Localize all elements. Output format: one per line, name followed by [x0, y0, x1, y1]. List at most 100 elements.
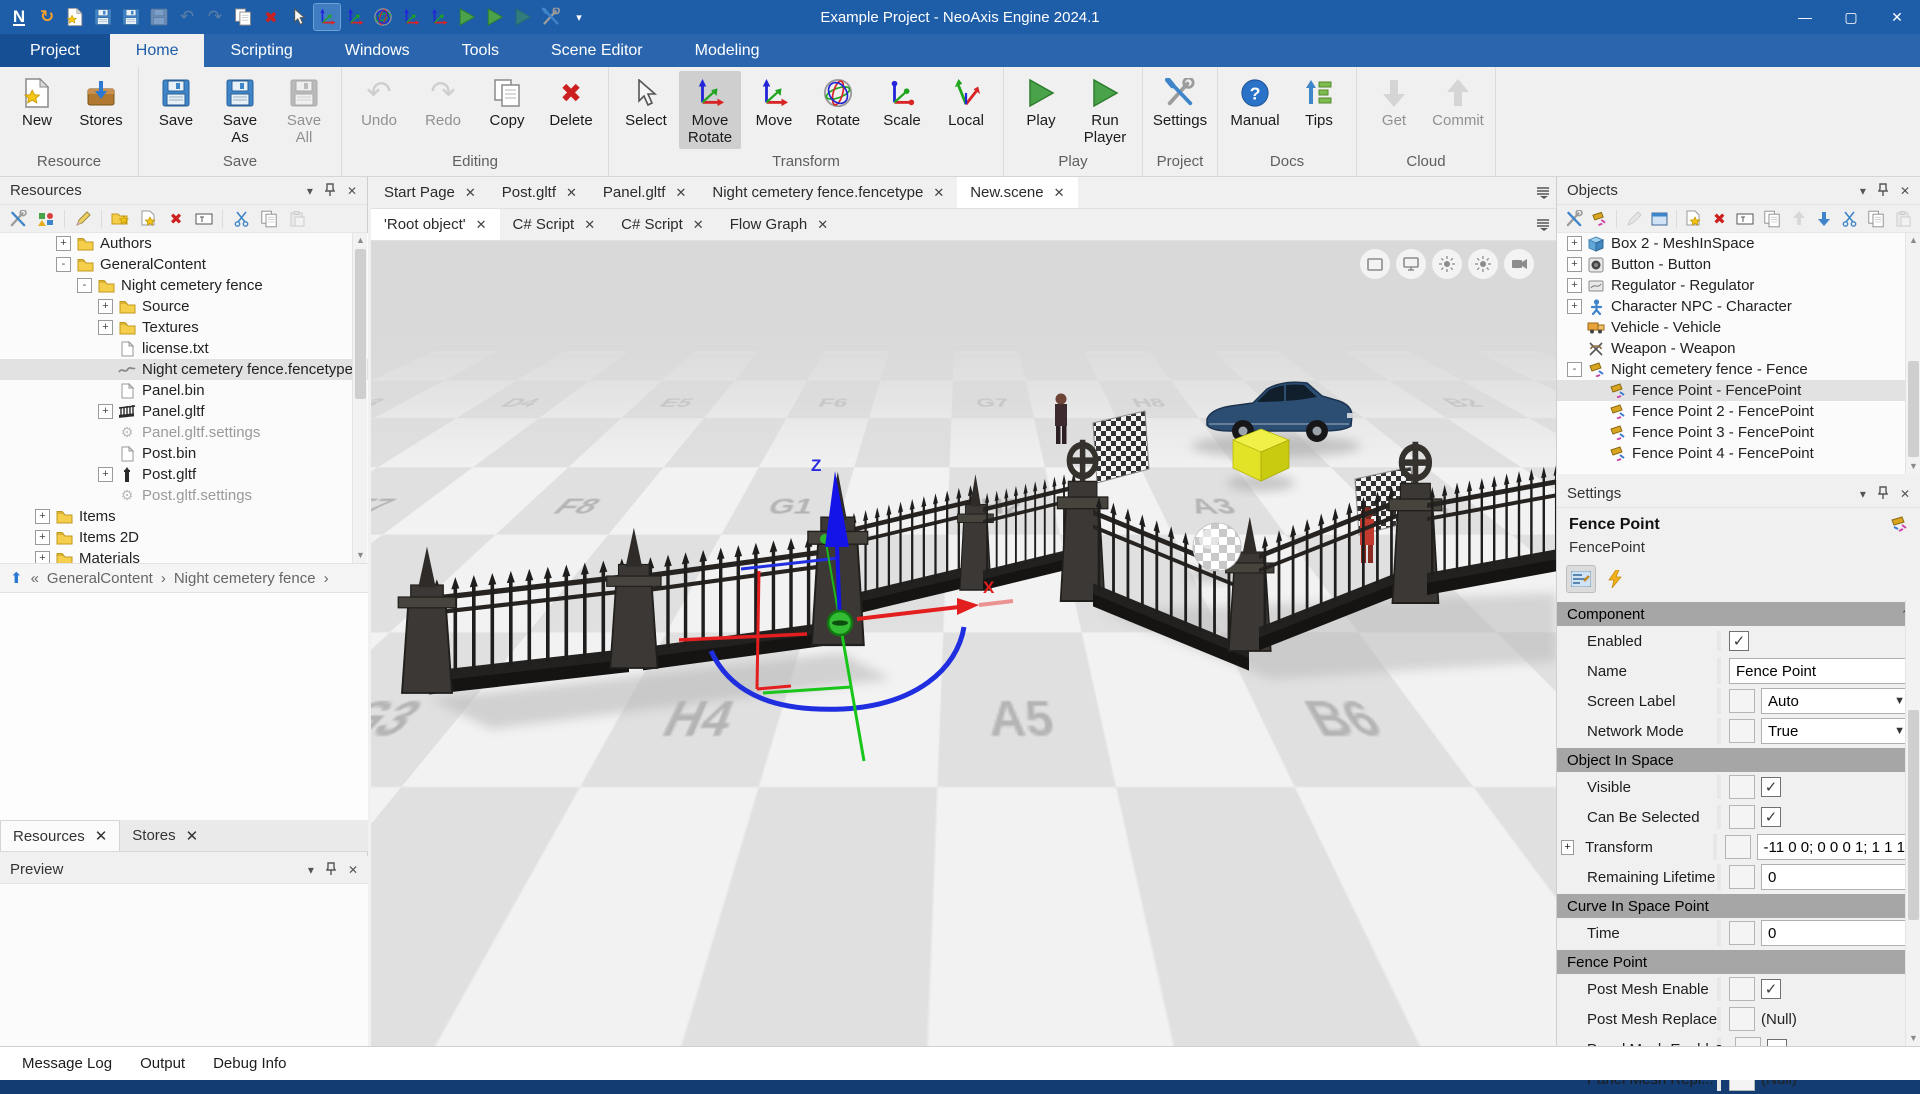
viewport-sun-button[interactable]: [1468, 249, 1498, 279]
breadcrumb-item[interactable]: GeneralContent: [47, 570, 153, 587]
marker-icon[interactable]: [1589, 208, 1611, 230]
close-icon[interactable]: ✕: [566, 185, 577, 201]
tree-item-fence-point-2-fencepoint[interactable]: Fence Point 2 - FencePoint: [1557, 401, 1905, 422]
tab-list-filter-icon[interactable]: [1536, 177, 1550, 209]
save-button[interactable]: Save: [145, 71, 207, 132]
qat-axes[interactable]: [426, 4, 452, 30]
save-as-button[interactable]: Save As: [209, 71, 271, 149]
tree-item-panel-gltf-settings[interactable]: ⚙Panel.gltf.settings: [0, 422, 368, 443]
close-icon[interactable]: ✕: [1900, 487, 1910, 501]
close-icon[interactable]: ✕: [675, 185, 686, 201]
qat-save[interactable]: [118, 4, 144, 30]
doc-tab-panel-gltf[interactable]: Panel.gltf✕: [590, 177, 699, 208]
checkbox[interactable]: ✓: [1761, 979, 1781, 999]
doc-tab-c#-script[interactable]: C# Script✕: [608, 209, 717, 240]
checkbox[interactable]: ✓: [1761, 777, 1781, 797]
pencil-icon[interactable]: [71, 208, 95, 230]
value-input[interactable]: -11 0 0; 0 0 0 1; 1 1 1: [1757, 834, 1913, 860]
breadcrumb-item[interactable]: Night cemetery fence: [174, 570, 316, 587]
copy-icon[interactable]: [257, 208, 281, 230]
tree-item-fence-point-4-fencepoint[interactable]: Fence Point 4 - FencePoint: [1557, 443, 1905, 464]
delete-icon[interactable]: ✖: [164, 208, 188, 230]
collapse-expander-icon[interactable]: -: [56, 257, 71, 272]
pin-icon[interactable]: [325, 183, 335, 199]
expand-expander-icon[interactable]: +: [98, 320, 113, 335]
collapse-expander-icon[interactable]: -: [1567, 362, 1582, 377]
bottom-tab-message-log[interactable]: Message Log: [22, 1055, 112, 1072]
default-value-box[interactable]: [1729, 1007, 1755, 1031]
doc-tab-c#-script[interactable]: C# Script✕: [500, 209, 609, 240]
pin-icon[interactable]: [1878, 183, 1888, 199]
qat-new-file[interactable]: [62, 4, 88, 30]
settings-button[interactable]: Settings: [1149, 71, 1211, 132]
local-button[interactable]: Local: [935, 71, 997, 132]
settings-section-curve-in-space-point[interactable]: Curve In Space Point: [1557, 894, 1920, 918]
page-star-icon[interactable]: [1683, 208, 1705, 230]
qat-play[interactable]: [454, 4, 480, 30]
close-icon[interactable]: ✕: [817, 217, 828, 233]
tree-item-license-txt[interactable]: license.txt: [0, 338, 368, 359]
panel-dropdown-icon[interactable]: ▾: [1860, 487, 1866, 501]
new-button[interactable]: New: [6, 71, 68, 132]
qat-axes[interactable]: [342, 4, 368, 30]
expand-expander-icon[interactable]: +: [35, 551, 50, 563]
scissors-icon[interactable]: [229, 208, 253, 230]
null-value[interactable]: (Null): [1761, 1011, 1797, 1028]
qat-save-all[interactable]: [146, 4, 172, 30]
qat-chevron-down[interactable]: ▾: [566, 4, 592, 30]
menu-tab-scene-editor[interactable]: Scene Editor: [525, 34, 669, 67]
close-icon[interactable]: ✕: [95, 827, 108, 845]
qat-play[interactable]: [482, 4, 508, 30]
settings-scrollbar[interactable]: ▼: [1905, 600, 1920, 1046]
default-value-box[interactable]: [1729, 775, 1755, 799]
scale-button[interactable]: Scale: [871, 71, 933, 132]
close-icon[interactable]: ✕: [465, 185, 476, 201]
menu-tab-modeling[interactable]: Modeling: [669, 34, 786, 67]
tree-item-box-2-meshinspace[interactable]: +Box 2 - MeshInSpace: [1557, 233, 1905, 254]
default-value-box[interactable]: [1729, 805, 1755, 829]
up-arrow-icon[interactable]: ⬆: [10, 569, 23, 587]
stores-button[interactable]: Stores: [70, 71, 132, 132]
select-button[interactable]: Select: [615, 71, 677, 132]
move-button[interactable]: Move: [743, 71, 805, 132]
tree-item-items-2d[interactable]: +Items 2D: [0, 527, 368, 548]
tools-icon[interactable]: [1563, 208, 1585, 230]
scene-viewport[interactable]: A1B2C3D4E5F6G7H8A1B2C3D4B4C5D6E7F8G1H2A3…: [371, 241, 1556, 1046]
viewport-frame-button[interactable]: [1360, 249, 1390, 279]
menu-tab-home[interactable]: Home: [110, 34, 205, 67]
close-icon[interactable]: ✕: [1900, 184, 1910, 198]
doc-tab--root-object-[interactable]: 'Root object'✕: [371, 209, 500, 240]
qat-refresh[interactable]: ↻: [34, 4, 60, 30]
value-dropdown[interactable]: True▼: [1761, 718, 1912, 744]
paste-icon[interactable]: [285, 208, 309, 230]
tree-item-post-gltf[interactable]: +Post.gltf: [0, 464, 368, 485]
tools-icon[interactable]: [6, 208, 30, 230]
up-icon[interactable]: [1788, 208, 1810, 230]
close-icon[interactable]: ✕: [933, 185, 944, 201]
minimize-window-button[interactable]: —: [1782, 0, 1828, 34]
rotate-button[interactable]: Rotate: [807, 71, 869, 132]
down-blue-icon[interactable]: [1813, 208, 1835, 230]
viewport-display-button[interactable]: [1396, 249, 1426, 279]
tree-item-weapon-weapon[interactable]: Weapon - Weapon: [1557, 338, 1905, 359]
paste-icon[interactable]: [1892, 208, 1914, 230]
qat-undo[interactable]: ↶: [174, 4, 200, 30]
qat-tools[interactable]: [538, 4, 564, 30]
close-icon[interactable]: ✕: [347, 184, 357, 198]
checkbox[interactable]: ✓: [1761, 807, 1781, 827]
expand-expander-icon[interactable]: +: [98, 299, 113, 314]
settings-section-fence-point[interactable]: Fence Point: [1557, 950, 1920, 974]
copy-icon[interactable]: [1760, 208, 1784, 230]
close-icon[interactable]: ✕: [348, 863, 358, 877]
tree-item-generalcontent[interactable]: -GeneralContent: [0, 254, 368, 275]
pin-icon[interactable]: [1878, 486, 1888, 502]
close-icon[interactable]: ✕: [584, 217, 595, 233]
default-value-box[interactable]: [1729, 689, 1755, 713]
pencil-icon[interactable]: [1623, 208, 1645, 230]
value-input[interactable]: 0: [1761, 920, 1912, 946]
qat-axes[interactable]: [398, 4, 424, 30]
delete-icon[interactable]: ✖: [1709, 208, 1731, 230]
pin-icon[interactable]: [326, 862, 336, 878]
menu-tab-scripting[interactable]: Scripting: [204, 34, 318, 67]
expand-expander-icon[interactable]: +: [1567, 257, 1582, 272]
